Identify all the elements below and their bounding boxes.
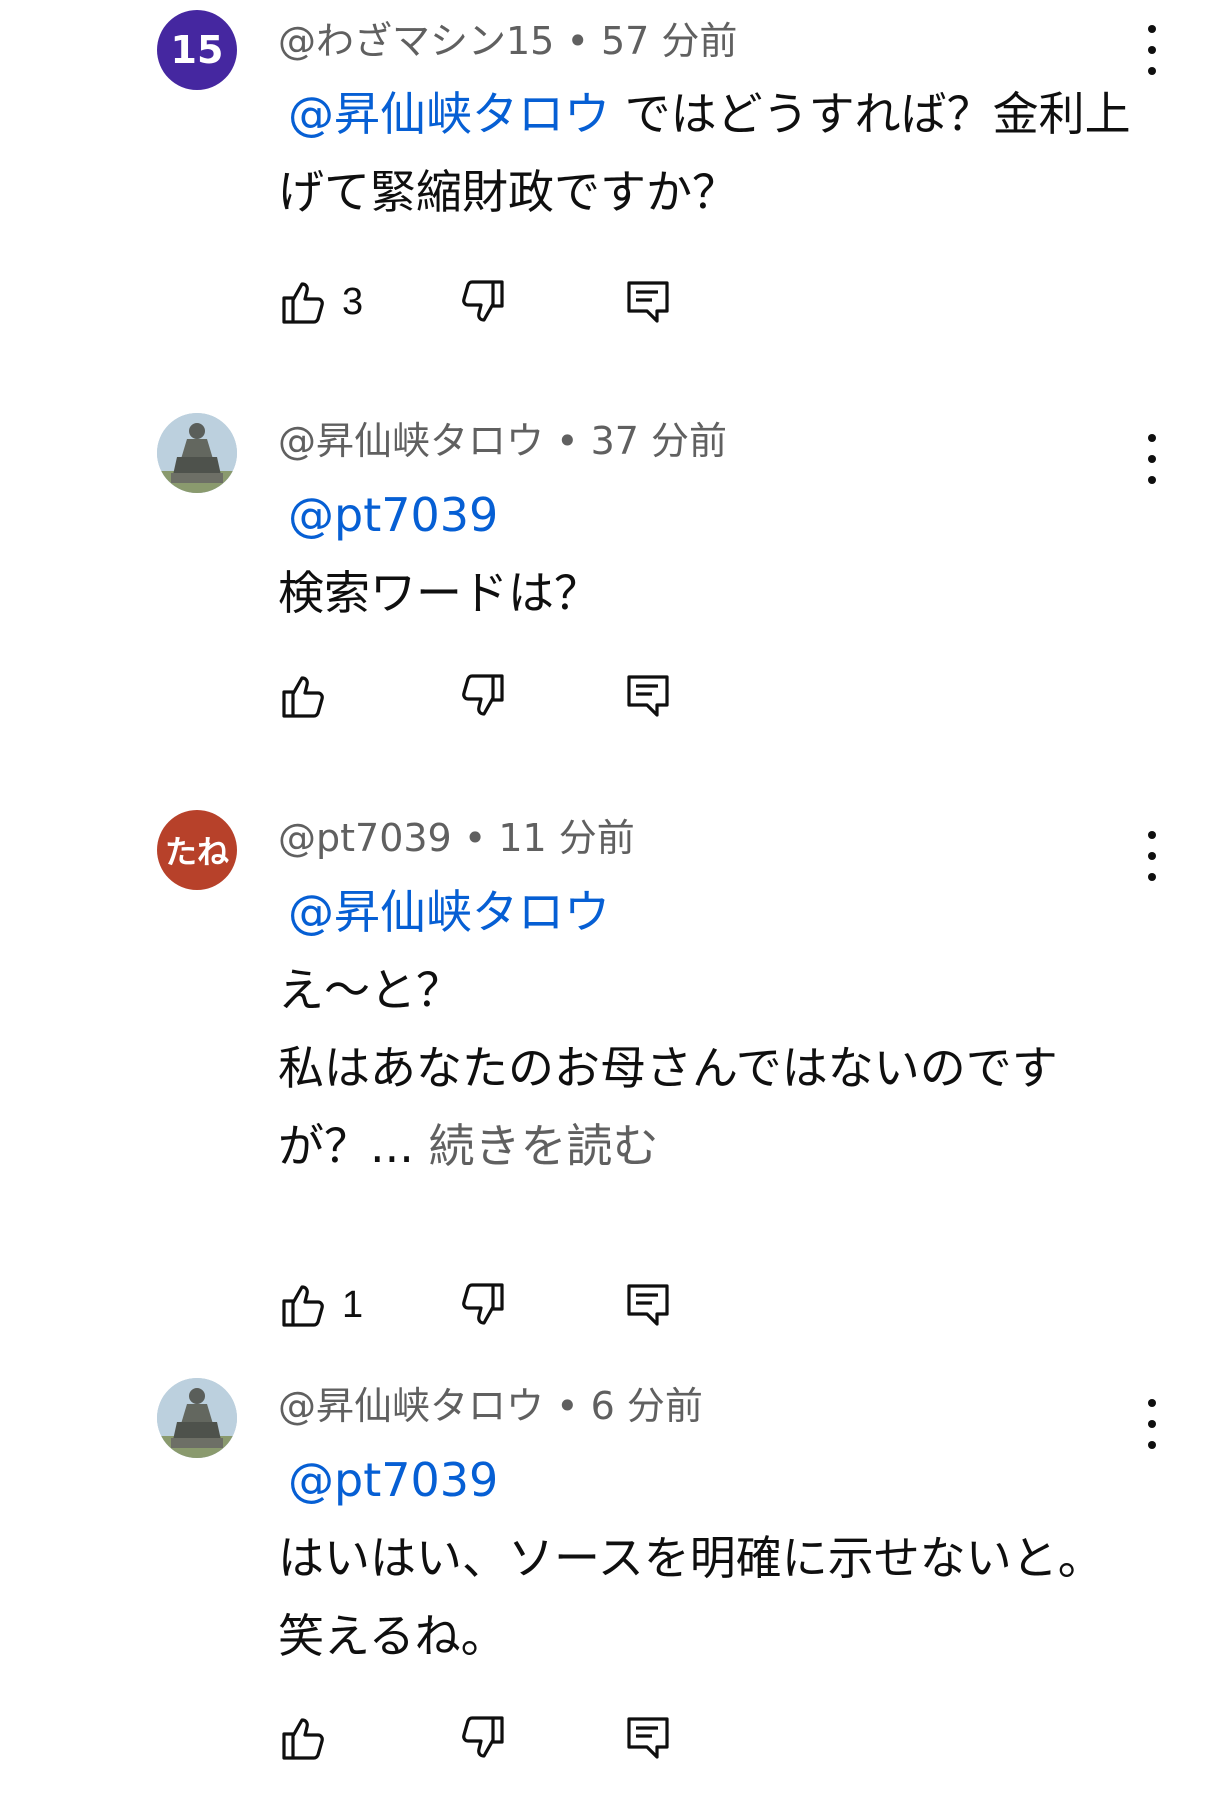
- meta-separator: •: [554, 19, 601, 63]
- comment-text-line: 検索ワードは？: [278, 566, 600, 620]
- comment-text-line: え〜と？: [278, 963, 462, 1017]
- comment-text-line: が？...: [278, 1119, 429, 1173]
- reply-button[interactable]: [624, 668, 672, 724]
- avatar[interactable]: 15: [157, 10, 237, 90]
- comment-actions: 1: [278, 1277, 698, 1333]
- comment-text-line: はいはい、ソースを明確に示せないと。: [278, 1531, 1104, 1585]
- reply-comment-icon: [627, 675, 669, 717]
- like-button[interactable]: [278, 668, 342, 724]
- avatar-label: 15: [170, 28, 224, 72]
- meta-separator: •: [544, 1384, 591, 1428]
- like-count: 1: [342, 1283, 364, 1326]
- read-more-link[interactable]: 続きを読む: [429, 1119, 659, 1173]
- reply-comment-icon: [627, 1284, 669, 1326]
- thumbs-up-icon: [282, 1285, 324, 1327]
- author-handle[interactable]: @pt7039: [278, 816, 452, 860]
- mention-link[interactable]: @pt7039: [288, 488, 498, 542]
- comment-time[interactable]: 37 分前: [591, 419, 727, 463]
- like-button[interactable]: 3: [278, 274, 363, 330]
- mention-link[interactable]: @昇仙峡タロウ: [288, 87, 610, 141]
- comment-text-line: げて緊縮財政ですか？: [278, 165, 738, 219]
- thumbs-up-icon: [282, 282, 324, 324]
- comment-meta: @pt7039 • 11 分前: [278, 815, 635, 861]
- author-handle[interactable]: @昇仙峡タロウ: [278, 419, 544, 463]
- like-button[interactable]: [278, 1710, 342, 1766]
- avatar[interactable]: たね: [157, 810, 237, 890]
- comment-meta: @昇仙峡タロウ • 37 分前: [278, 418, 727, 464]
- mention-link[interactable]: @pt7039: [288, 1453, 498, 1507]
- comment-time[interactable]: 6 分前: [591, 1384, 703, 1428]
- reply-button[interactable]: [624, 274, 672, 330]
- like-button[interactable]: 1: [278, 1277, 363, 1333]
- comment-time[interactable]: 11 分前: [498, 816, 634, 860]
- thumbs-down-icon: [462, 280, 504, 322]
- comment-actions: [278, 1710, 698, 1766]
- thumbs-down-icon: [462, 1716, 504, 1758]
- avatar[interactable]: [157, 413, 237, 493]
- comment-body: @昇仙峡タロウ え〜と？ 私はあなたのお母さんではないのです が？... 続きを…: [278, 873, 1158, 1185]
- thumbs-up-icon: [282, 676, 324, 718]
- thumbs-up-icon: [282, 1718, 324, 1760]
- meta-separator: •: [544, 419, 591, 463]
- avatar[interactable]: [157, 1378, 237, 1458]
- comment-time[interactable]: 57 分前: [601, 19, 737, 63]
- comment-actions: [278, 668, 698, 724]
- comment-text-line: 私はあなたのお母さんではないのです: [278, 1041, 1058, 1095]
- thumbs-down-icon: [462, 1283, 504, 1325]
- comment-text-line: 笑えるね。: [278, 1609, 507, 1663]
- dislike-button[interactable]: [460, 1277, 508, 1333]
- like-count: 3: [342, 280, 364, 323]
- reply-comment-icon: [627, 281, 669, 323]
- comment-body: @昇仙峡タロウ ではどうすれば？金利上 げて緊縮財政ですか？: [278, 75, 1158, 231]
- comment-body: @pt7039 はいはい、ソースを明確に示せないと。 笑えるね。: [278, 1441, 1158, 1675]
- comment-actions: 3: [278, 274, 698, 330]
- reply-button[interactable]: [624, 1710, 672, 1766]
- comment-meta: @昇仙峡タロウ • 6 分前: [278, 1383, 703, 1429]
- author-handle[interactable]: @わざマシン15: [278, 19, 554, 63]
- statue-photo-avatar: [157, 1378, 237, 1458]
- author-handle[interactable]: @昇仙峡タロウ: [278, 1384, 544, 1428]
- dislike-button[interactable]: [460, 274, 508, 330]
- more-vertical-icon[interactable]: [1140, 25, 1164, 75]
- meta-separator: •: [451, 816, 499, 860]
- comment-body: @pt7039 検索ワードは？: [278, 476, 1158, 632]
- dislike-button[interactable]: [460, 668, 508, 724]
- reply-button[interactable]: [624, 1277, 672, 1333]
- statue-photo-avatar: [157, 413, 237, 493]
- reply-comment-icon: [627, 1717, 669, 1759]
- mention-link[interactable]: @昇仙峡タロウ: [288, 885, 610, 939]
- dislike-button[interactable]: [460, 1710, 508, 1766]
- thumbs-down-icon: [462, 674, 504, 716]
- avatar-label: たね: [164, 833, 229, 871]
- comment-meta: @わざマシン15 • 57 分前: [278, 18, 737, 64]
- comment-text-line: ではどうすれば？金利上: [624, 87, 1131, 141]
